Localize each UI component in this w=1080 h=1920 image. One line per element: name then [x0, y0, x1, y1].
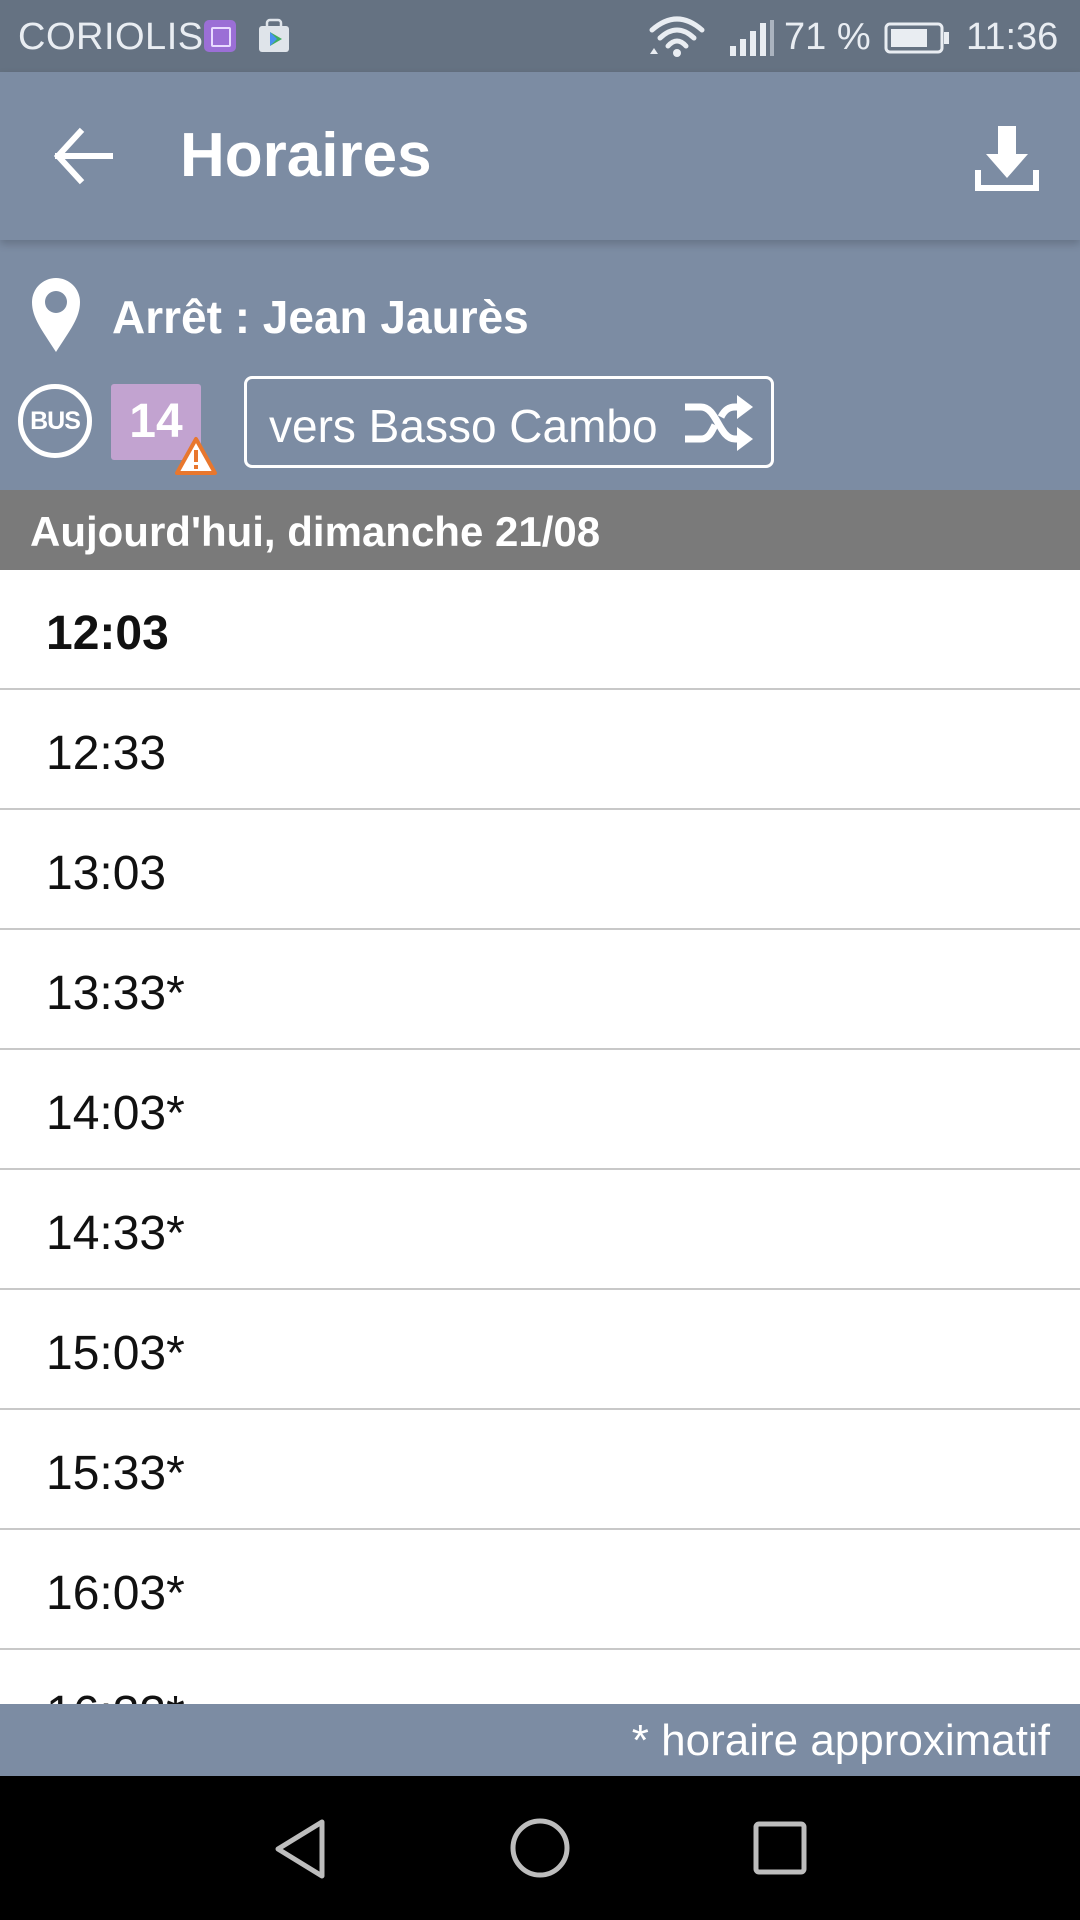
direction-switch-button[interactable]: vers Basso Cambo	[244, 376, 774, 468]
clock: 11:36	[966, 16, 1059, 58]
back-button[interactable]	[40, 116, 130, 196]
departure-time: 13:33*	[46, 967, 185, 1020]
warning-icon[interactable]	[174, 436, 218, 476]
nav-home-button[interactable]	[508, 1816, 572, 1880]
schedule-row[interactable]: 16:03*	[0, 1530, 1080, 1650]
schedule-row[interactable]: 12:03	[0, 570, 1080, 690]
departure-time: 16:33*	[46, 1686, 185, 1704]
arrow-left-icon	[53, 127, 113, 185]
stop-name: Arrêt : Jean Jaurès	[112, 291, 529, 343]
schedule-row[interactable]: 14:33*	[0, 1170, 1080, 1290]
stop-info-panel: Arrêt : Jean Jaurès BUS 14 vers Basso Ca…	[0, 240, 1080, 490]
date-header: Aujourd'hui, dimanche 21/08	[0, 490, 1080, 570]
schedule-row[interactable]: 15:03*	[0, 1290, 1080, 1410]
page-title: Horaires	[180, 121, 432, 190]
carrier-name: CORIOLIS	[18, 16, 204, 58]
map-pin-icon	[32, 278, 80, 352]
status-bar: CORIOLIS 71 % 11:36	[0, 0, 1080, 72]
footnote-text: * horaire approximatif	[631, 1716, 1050, 1765]
cell-signal-icon	[730, 20, 774, 56]
system-nav-bar	[0, 1776, 1080, 1920]
schedule-row[interactable]: 12:33	[0, 690, 1080, 810]
app-bar: Horaires	[0, 72, 1080, 240]
shuffle-icon	[685, 395, 753, 451]
departure-time: 16:03*	[46, 1567, 185, 1620]
footnote-bar: * horaire approximatif	[0, 1704, 1080, 1776]
battery-percent: 71 %	[784, 16, 871, 58]
gallery-notification-icon	[204, 20, 236, 52]
wifi-icon	[649, 16, 705, 57]
schedule-row[interactable]: 13:33*	[0, 930, 1080, 1050]
schedule-row[interactable]: 15:33*	[0, 1410, 1080, 1530]
nav-back-button[interactable]	[270, 1816, 330, 1882]
schedule-row[interactable]: 16:33*	[0, 1650, 1080, 1704]
download-button[interactable]	[962, 116, 1052, 206]
direction-label: vers Basso Cambo	[269, 400, 658, 452]
play-store-notification-icon	[259, 18, 289, 52]
departure-time: 15:33*	[46, 1447, 185, 1500]
date-label: Aujourd'hui, dimanche 21/08	[30, 508, 601, 555]
departure-time: 14:33*	[46, 1207, 185, 1260]
schedule-row[interactable]: 13:03	[0, 810, 1080, 930]
bus-icon: BUS	[18, 384, 92, 458]
battery-icon	[884, 22, 949, 54]
departure-time: 13:03	[46, 847, 167, 900]
departure-time: 12:33	[46, 727, 167, 780]
schedule-row[interactable]: 14:03*	[0, 1050, 1080, 1170]
departure-time: 12:03	[46, 607, 169, 660]
download-icon	[975, 126, 1039, 191]
schedule-list[interactable]: 12:03 12:33 13:03 13:33* 14:03* 14:33* 1…	[0, 570, 1080, 1704]
nav-recents-button[interactable]	[752, 1820, 808, 1876]
departure-time: 15:03*	[46, 1327, 185, 1380]
departure-time: 14:03*	[46, 1087, 185, 1140]
